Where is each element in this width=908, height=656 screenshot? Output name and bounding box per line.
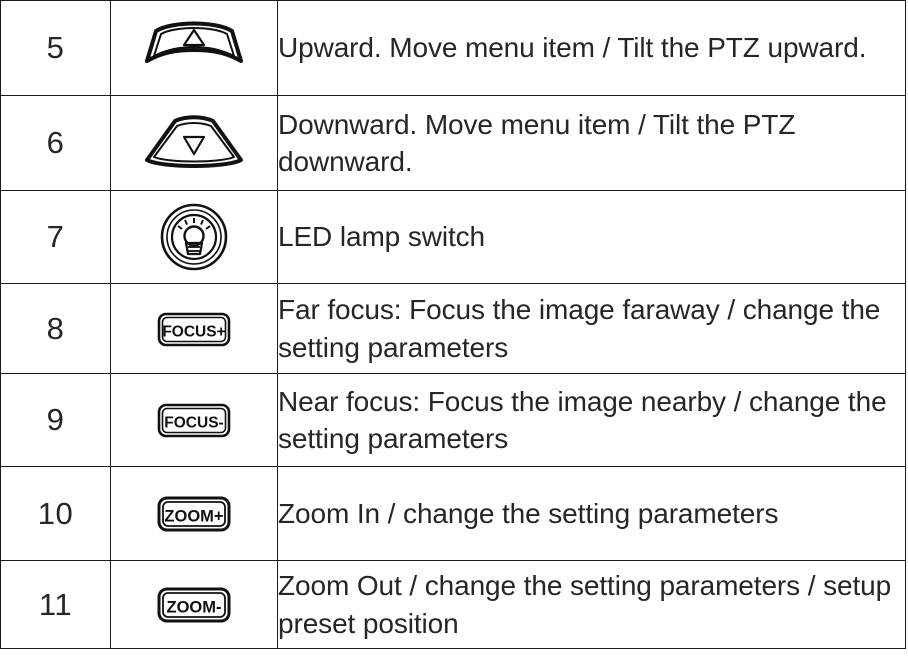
row-description: Upward. Move menu item / Tilt the PTZ up… bbox=[277, 0, 906, 96]
zoom-minus-button-icon: ZOOM- bbox=[157, 587, 231, 622]
control-button-reference-table: 5 Upward. Move menu item / Tilt the PTZ … bbox=[0, 0, 906, 649]
led-lamp-switch-icon bbox=[159, 203, 229, 271]
row-description: Downward. Move menu item / Tilt the PTZ … bbox=[277, 95, 906, 191]
table-row: 10 ZOOM+ Zoom In / change the setting pa… bbox=[0, 466, 906, 561]
focus-plus-button-label: FOCUS+ bbox=[162, 323, 225, 340]
icon-cell: ZOOM+ bbox=[110, 466, 278, 561]
icon-cell: FOCUS+ bbox=[110, 283, 278, 374]
focus-minus-button-icon: FOCUS- bbox=[157, 403, 231, 438]
row-number: 11 bbox=[0, 560, 111, 649]
row-number: 5 bbox=[0, 0, 111, 96]
focus-minus-button-label: FOCUS- bbox=[164, 415, 223, 432]
zoom-minus-button-label: ZOOM- bbox=[167, 598, 222, 616]
row-description: Zoom Out / change the setting parameters… bbox=[277, 560, 906, 649]
table-row: 6 Downward. Move menu item / Tilt the PT… bbox=[0, 95, 906, 191]
row-number: 7 bbox=[0, 190, 111, 284]
row-description: Far focus: Focus the image faraway / cha… bbox=[277, 283, 906, 374]
up-arrow-fan-button-icon bbox=[142, 21, 246, 63]
row-description: Zoom In / change the setting parameters bbox=[277, 466, 906, 561]
table-row: 5 Upward. Move menu item / Tilt the PTZ … bbox=[0, 0, 906, 96]
zoom-plus-button-icon: ZOOM+ bbox=[157, 496, 231, 531]
row-number: 8 bbox=[0, 283, 111, 374]
table-row: 11 ZOOM- Zoom Out / change the setting p… bbox=[0, 560, 906, 649]
table-row: 9 FOCUS- Near focus: Focus the image nea… bbox=[0, 373, 906, 467]
table-row: 8 FOCUS+ Far focus: Focus the image fara… bbox=[0, 283, 906, 374]
row-number: 10 bbox=[0, 466, 111, 561]
zoom-plus-button-label: ZOOM+ bbox=[164, 507, 223, 525]
row-number: 9 bbox=[0, 373, 111, 467]
icon-cell bbox=[110, 0, 278, 96]
icon-cell: FOCUS- bbox=[110, 373, 278, 467]
icon-cell: ZOOM- bbox=[110, 560, 278, 649]
focus-plus-button-icon: FOCUS+ bbox=[157, 312, 231, 346]
row-description: Near focus: Focus the image nearby / cha… bbox=[277, 373, 906, 467]
icon-cell bbox=[110, 95, 278, 191]
row-description: LED lamp switch bbox=[277, 190, 906, 284]
table-row: 7 LED lamp switch bbox=[0, 190, 906, 284]
row-number: 6 bbox=[0, 95, 111, 191]
down-arrow-fan-button-icon bbox=[142, 115, 246, 168]
icon-cell bbox=[110, 190, 278, 284]
